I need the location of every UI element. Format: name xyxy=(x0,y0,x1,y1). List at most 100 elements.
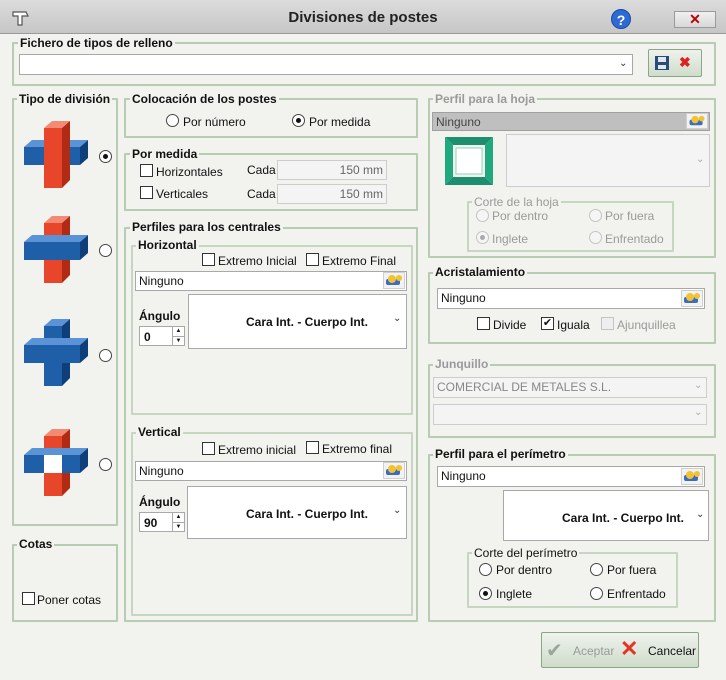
fichero-select[interactable] xyxy=(19,54,633,75)
acrist-title: Acristalamiento xyxy=(433,265,528,279)
tipo-title: Tipo de división xyxy=(17,92,113,106)
hoja-por-fuera-label: Por fuera xyxy=(605,209,655,223)
ajunquillea-label: Ajunquillea xyxy=(617,318,676,332)
aceptar-button[interactable]: ✔ Aceptar xyxy=(546,638,616,662)
hoja-por-dentro-label: Por dentro xyxy=(492,209,549,223)
division-horizontal-over-icon xyxy=(24,216,88,283)
perimetro-enfrentado-radio[interactable] xyxy=(590,587,603,600)
division-blue-icon xyxy=(24,319,88,386)
division-type-radio-1[interactable] xyxy=(99,150,112,163)
h-cara-value: Cara Int. - Cuerpo Int. xyxy=(246,315,369,329)
poner-cotas-label: Poner cotas xyxy=(37,593,102,607)
hoja-por-dentro-radio[interactable] xyxy=(476,209,489,222)
division-vertical-over-icon xyxy=(24,121,88,188)
chevron-down-icon: ⌄ xyxy=(696,509,705,520)
cancelar-button[interactable]: ✕ Cancelar xyxy=(620,636,697,662)
hoja-inglete-radio[interactable] xyxy=(476,231,489,244)
perimetro-cara-select[interactable]: Cara Int. - Cuerpo Int. ⌄ xyxy=(503,490,709,541)
perimetro-por-dentro-radio[interactable] xyxy=(479,563,492,576)
acrist-search-icon[interactable] xyxy=(681,290,703,307)
por-numero-radio[interactable] xyxy=(166,114,179,127)
iguala-checkbox[interactable]: ✔ xyxy=(541,317,554,330)
v-extremo-inicial-checkbox[interactable] xyxy=(202,442,215,455)
h-angulo-value: 0 xyxy=(144,330,151,344)
v-cara-select[interactable]: Cara Int. - Cuerpo Int. ⌄ xyxy=(187,486,407,539)
vertical-title: Vertical xyxy=(136,425,183,439)
division-type-radio-2[interactable] xyxy=(99,244,112,257)
chevron-down-icon: ⌄ xyxy=(393,505,402,516)
delete-icon[interactable]: ✖ xyxy=(679,54,691,71)
perimetro-por-fuera-label: Por fuera xyxy=(607,563,657,577)
cada-h-input[interactable]: 150 mm xyxy=(277,160,387,180)
hoja-inglete-label: Inglete xyxy=(492,232,529,246)
aceptar-label: Aceptar xyxy=(573,644,615,658)
divide-checkbox[interactable] xyxy=(477,317,490,330)
hoja-perfil-input[interactable]: Ninguno xyxy=(432,112,710,131)
stepper-up-icon[interactable]: ▲ xyxy=(172,513,184,522)
h-extremo-final-checkbox[interactable] xyxy=(306,253,319,266)
hoja-perfil-search-icon[interactable] xyxy=(686,113,708,129)
division-type-radio-3[interactable] xyxy=(99,349,112,362)
h-angulo-stepper[interactable]: 0 ▲ ▼ xyxy=(139,326,185,346)
por-medida-label: Por medida xyxy=(309,115,371,129)
perimetro-perfil-input[interactable]: Ninguno xyxy=(437,466,705,487)
acrist-perfil-input[interactable]: Ninguno xyxy=(437,288,705,309)
v-perfil-input[interactable]: Ninguno xyxy=(135,461,407,481)
chevron-down-icon: ⌄ xyxy=(393,313,402,324)
por-medida-title: Por medida xyxy=(130,147,200,161)
stepper-up-icon[interactable]: ▲ xyxy=(172,327,184,336)
division-type-radio-4[interactable] xyxy=(99,458,112,471)
h-perfil-input[interactable]: Ninguno xyxy=(135,271,407,291)
v-extremo-final-checkbox[interactable] xyxy=(306,441,319,454)
h-angulo-label: Ángulo xyxy=(139,309,181,323)
close-button[interactable]: ✕ xyxy=(674,11,716,28)
cotas-group xyxy=(12,544,118,622)
hoja-por-fuera-radio[interactable] xyxy=(589,209,602,222)
perimetro-inglete-radio[interactable] xyxy=(479,587,492,600)
v-perfil-search-icon[interactable] xyxy=(383,462,405,479)
verticales-checkbox[interactable] xyxy=(140,186,153,199)
colocacion-title: Colocación de los postes xyxy=(130,92,279,106)
division-cut-icon xyxy=(24,429,88,496)
v-angulo-stepper[interactable]: 90 ▲ ▼ xyxy=(139,512,185,532)
hoja-enfrentado-radio[interactable] xyxy=(589,231,602,244)
corte-hoja-title: Corte de la hoja xyxy=(472,195,561,209)
h-extremo-inicial-checkbox[interactable] xyxy=(202,253,215,266)
perimetro-inglete-label: Inglete xyxy=(496,587,533,601)
v-extremo-final-label: Extremo final xyxy=(322,442,393,456)
help-button[interactable]: ? xyxy=(611,9,631,29)
junquillo-title: Junquillo xyxy=(433,357,491,371)
perimetro-enfrentado-label: Enfrentado xyxy=(607,587,666,601)
hoja-list[interactable] xyxy=(506,134,710,187)
v-angulo-label: Ángulo xyxy=(139,495,181,509)
h-extremo-inicial-label: Extremo Inicial xyxy=(218,254,297,268)
poner-cotas-checkbox[interactable] xyxy=(22,592,35,605)
check-icon: ✔ xyxy=(546,640,563,662)
divide-label: Divide xyxy=(493,318,527,332)
stepper-down-icon[interactable]: ▼ xyxy=(172,522,184,531)
cada-v-input[interactable]: 150 mm xyxy=(277,184,387,204)
save-icon[interactable] xyxy=(654,55,670,71)
v-angulo-value: 90 xyxy=(144,516,158,530)
v-cara-value: Cara Int. - Cuerpo Int. xyxy=(246,507,369,521)
perimetro-por-dentro-label: Por dentro xyxy=(496,563,553,577)
h-extremo-final-label: Extremo Final xyxy=(322,254,397,268)
h-cara-select[interactable]: Cara Int. - Cuerpo Int. ⌄ xyxy=(188,294,407,349)
por-medida-radio[interactable] xyxy=(292,114,305,127)
horizontales-checkbox[interactable] xyxy=(140,164,153,177)
perimetro-cara-value: Cara Int. - Cuerpo Int. xyxy=(562,511,685,525)
junquillo-select-2[interactable] xyxy=(433,404,707,425)
iguala-label: Iguala xyxy=(557,318,590,332)
ajunquillea-checkbox[interactable] xyxy=(601,317,614,330)
cancel-icon: ✕ xyxy=(620,636,639,661)
cada-v-label: Cada xyxy=(247,187,276,201)
verticales-label: Verticales xyxy=(156,187,209,201)
perimetro-search-icon[interactable] xyxy=(681,468,703,485)
chevron-down-icon: ⌄ xyxy=(694,380,703,391)
cancelar-label: Cancelar xyxy=(648,644,697,658)
junquillo-select[interactable]: COMERCIAL DE METALES S.L. xyxy=(433,377,707,398)
stepper-down-icon[interactable]: ▼ xyxy=(172,336,184,345)
h-perfil-search-icon[interactable] xyxy=(383,272,405,289)
perimetro-por-fuera-radio[interactable] xyxy=(590,563,603,576)
perimetro-title: Perfil para el perímetro xyxy=(433,447,568,461)
